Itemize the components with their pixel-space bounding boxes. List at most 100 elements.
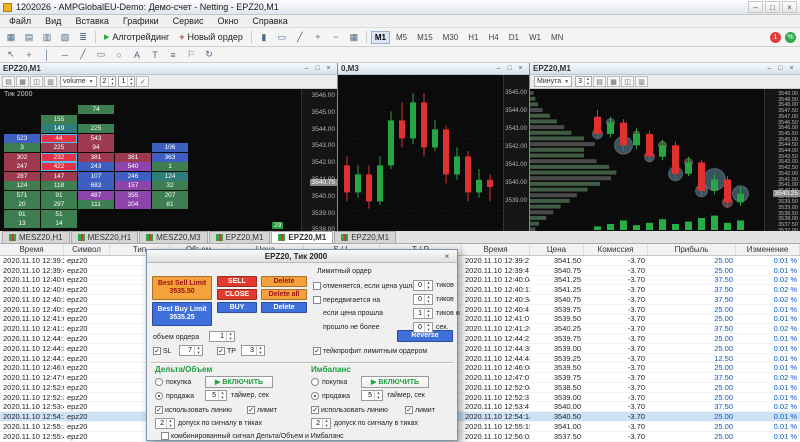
draw-tool-icon[interactable]: ⚐ [183, 47, 199, 62]
column-header-Изменение[interactable]: Изменение [736, 244, 800, 255]
imbalance-timer-spinner[interactable]: 5 ▲ ▼ [361, 390, 383, 401]
menu-Графики[interactable]: Графики [116, 16, 166, 26]
close-position-button[interactable]: CLOSE [217, 289, 257, 300]
tp-checkbox[interactable]: ✓ ТР [217, 347, 236, 355]
move-checkbox[interactable]: передвигается на [313, 296, 380, 304]
chart-type-icon[interactable]: ╱ [292, 30, 308, 45]
timeframe-MN[interactable]: MN [547, 31, 567, 44]
cluster-tool-icon[interactable]: ▦ [16, 76, 29, 87]
panel-minimize-icon[interactable]: – [493, 65, 504, 72]
spinner-arrows[interactable]: ▲ ▼ [226, 332, 234, 341]
best-sell-limit-button[interactable]: Best Sell Limit 3535.50 [152, 276, 212, 300]
candle-chart-m3[interactable]: 3545.00 3544.00 3543.00 3542.00 3541.00 3540.… [338, 75, 529, 231]
tab-EPZ20,M1-5[interactable]: EPZ20,M1 [334, 231, 397, 243]
timeframe-H1[interactable]: H1 [464, 31, 482, 44]
tab-MESZ20,M3-2[interactable]: MESZ20,M3 [139, 231, 208, 243]
best-buy-limit-button[interactable]: Best Buy Limit 3535.25 [152, 302, 212, 326]
spinner-arrows[interactable]: ▲ ▼ [424, 295, 432, 304]
panel-close-icon[interactable]: × [786, 65, 797, 72]
chart-type-icon[interactable]: ▮ [256, 30, 272, 45]
draw-tool-icon[interactable]: + [21, 47, 37, 62]
delta-limit-checkbox[interactable]: ✓ лимит [247, 406, 277, 414]
column-header-Прибыль[interactable]: Прибыль [648, 244, 736, 255]
delta-useline-checkbox[interactable]: ✓ использовать линию [155, 406, 232, 414]
timeframe-M15[interactable]: M15 [413, 31, 437, 44]
passed-ticks-spinner[interactable]: 1 ▲ ▼ [413, 308, 433, 319]
delta-tolerance-spinner[interactable]: 2 ▲ ▼ [155, 418, 175, 429]
minute-tool-icon[interactable]: ▦ [607, 76, 620, 87]
menu-Вставка[interactable]: Вставка [68, 16, 115, 26]
algo-trading-button[interactable]: ▶ Алготрейдинг [99, 30, 174, 45]
panel-maximize-icon[interactable]: □ [504, 65, 515, 72]
minimize-button[interactable]: – [748, 1, 763, 13]
cluster-spinner-2[interactable]: 1 ▲ ▼ [118, 76, 136, 87]
tab-MESZ20,H1-0[interactable]: MESZ20,H1 [2, 231, 70, 243]
draw-tool-icon[interactable]: ▭ [93, 47, 109, 62]
order-volume-spinner[interactable]: 1 ▲ ▼ [209, 331, 235, 342]
dialog-close-icon[interactable]: × [441, 252, 453, 261]
tab-EPZ20,M1-4[interactable]: EPZ20,M1 [271, 231, 334, 243]
profile-chart[interactable]: 3549.00 3548.50 3548.00 3547.50 3547.00 3546.… [530, 89, 800, 231]
spinner-arrows[interactable]: ▲ ▼ [127, 77, 134, 86]
move-ticks-spinner[interactable]: 0 ▲ ▼ [413, 294, 433, 305]
spinner-arrows[interactable]: ▲ ▼ [584, 77, 591, 86]
combined-signal-checkbox[interactable]: комбинированный сигнал Дельта/Объем и Им… [161, 432, 344, 440]
cluster-tool-icon[interactable]: ▤ [2, 76, 15, 87]
menu-Справка[interactable]: Справка [245, 16, 294, 26]
sell-button[interactable]: SELL [217, 276, 257, 287]
delta-buy-radio[interactable]: покупка [155, 378, 191, 386]
cluster-chart[interactable]: Тик 2000 74 155 149 225 523 44 543 3 225 94 106 302… [0, 89, 337, 231]
minute-tool-icon[interactable]: ▥ [635, 76, 648, 87]
imbalance-limit-checkbox[interactable]: ✓ лимит [405, 406, 435, 414]
panel-minimize-icon[interactable]: – [764, 65, 775, 72]
imbalance-sell-radio[interactable]: продажа [311, 392, 350, 400]
volume-mode-select[interactable]: volume ▼ [60, 76, 97, 87]
minute-tool-icon[interactable]: ◫ [621, 76, 634, 87]
dialog-title-bar[interactable]: EPZ20, Тик 2000 × [147, 250, 457, 263]
panel-close-icon[interactable]: × [515, 65, 526, 72]
cluster-tool-icon[interactable]: ◫ [30, 76, 43, 87]
new-order-button[interactable]: + Новый ордер [174, 30, 248, 45]
tab-EPZ20,M1-3[interactable]: EPZ20,M1 [208, 231, 271, 243]
period-spinner[interactable]: 3 ▲ ▼ [575, 76, 592, 87]
delta-sell-radio[interactable]: продажа [155, 392, 194, 400]
timeframe-H4[interactable]: H4 [484, 31, 502, 44]
spinner-arrows[interactable]: ▲ ▼ [374, 391, 382, 400]
elapsed-spinner[interactable]: 0 ▲ ▼ [413, 322, 433, 333]
buy-button[interactable]: BUY [217, 302, 257, 313]
imbalance-useline-checkbox[interactable]: ✓ использовать линию [311, 406, 388, 414]
account-status-icon[interactable]: % [785, 31, 796, 43]
column-header-Время[interactable]: Время [0, 244, 64, 255]
spinner-arrows[interactable]: ▲ ▼ [194, 346, 202, 355]
toolbar-icon[interactable]: ≣ [75, 30, 91, 45]
draw-tool-icon[interactable]: ─ [57, 47, 73, 62]
toolbar-icon[interactable]: ▦ [3, 30, 19, 45]
spinner-arrows[interactable]: ▲ ▼ [322, 419, 330, 428]
column-header-Цена[interactable]: Цена [530, 244, 584, 255]
takeprofit-limit-checkbox[interactable]: ✓ тейкпрофит лимитным ордером [313, 347, 427, 355]
chart-type-icon[interactable]: ▭ [274, 30, 290, 45]
minute-tool-icon[interactable]: ▤ [593, 76, 606, 87]
toolbar-icon[interactable]: ▤ [21, 30, 37, 45]
timeframe-W1[interactable]: W1 [525, 31, 545, 44]
maximize-button[interactable]: □ [765, 1, 780, 13]
menu-Окно[interactable]: Окно [211, 16, 246, 26]
spinner-arrows[interactable]: ▲ ▼ [424, 309, 432, 318]
spinner-arrows[interactable]: ▲ ▼ [166, 419, 174, 428]
toolbar-icon[interactable]: ▧ [57, 30, 73, 45]
menu-Файл[interactable]: Файл [2, 16, 38, 26]
cluster-tool-icon[interactable]: ▥ [44, 76, 57, 87]
period-select[interactable]: Минута ▼ [534, 76, 573, 87]
panel-minimize-icon[interactable]: – [301, 65, 312, 72]
draw-tool-icon[interactable]: ≡ [165, 47, 181, 62]
draw-tool-icon[interactable]: A [129, 47, 145, 62]
chart-type-icon[interactable]: + [310, 30, 326, 45]
close-button[interactable]: × [782, 1, 797, 13]
spinner-arrows[interactable]: ▲ ▼ [218, 391, 226, 400]
column-header-Время[interactable]: Время [462, 244, 530, 255]
panel-maximize-icon[interactable]: □ [312, 65, 323, 72]
tab-MESZ20,H1-1[interactable]: MESZ20,H1 [70, 231, 139, 243]
chart-type-icon[interactable]: ▦ [346, 30, 362, 45]
delete-sell-button[interactable]: Delete [261, 276, 307, 287]
draw-tool-icon[interactable]: ↻ [201, 47, 217, 62]
